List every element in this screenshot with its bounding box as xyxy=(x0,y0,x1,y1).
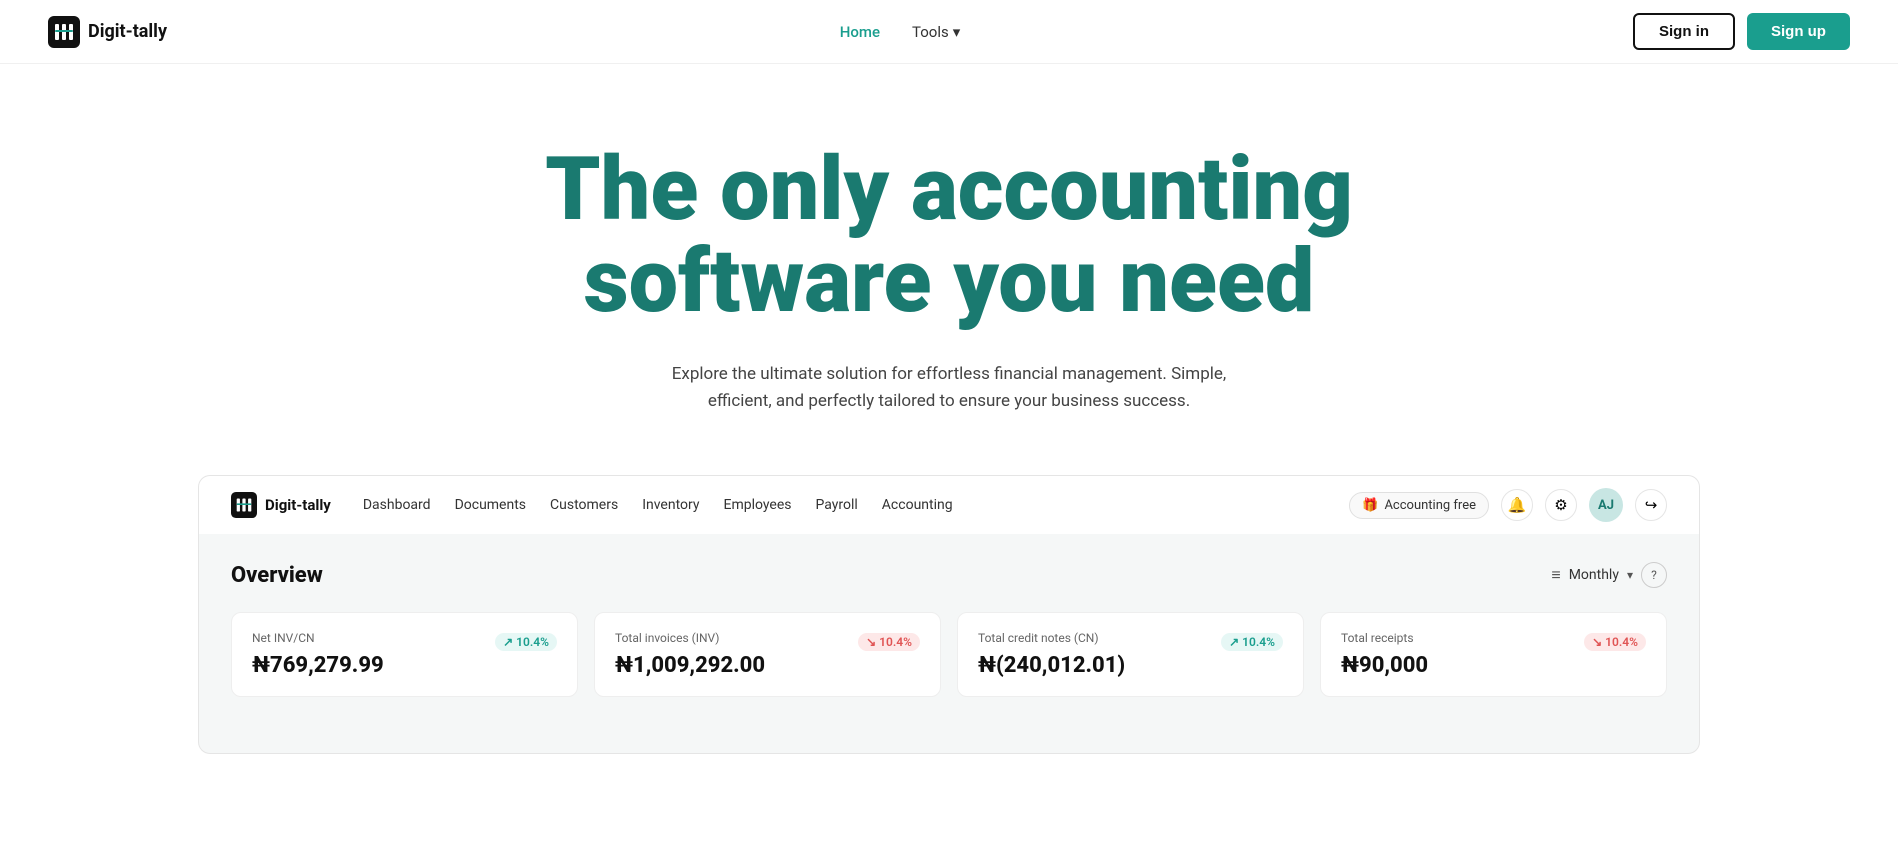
stats-row: Net INV/CN ↗ 10.4% ₦769,279.99 Total inv… xyxy=(231,612,1667,697)
stat-header-receipts: Total receipts ↘ 10.4% xyxy=(1341,631,1646,653)
app-logo-icon xyxy=(231,492,257,518)
arrow-up-icon-2: ↗ xyxy=(1229,635,1239,649)
settings-button[interactable]: ⚙ xyxy=(1545,489,1577,521)
filter-icon: ≡ xyxy=(1551,565,1560,585)
overview-title: Overview xyxy=(231,563,323,588)
arrow-up-icon: ↗ xyxy=(503,635,513,649)
stat-value-receipts: ₦90,000 xyxy=(1341,653,1646,678)
overview-header: Overview ≡ Monthly ▾ ? xyxy=(231,562,1667,588)
stat-badge-receipts: ↘ 10.4% xyxy=(1584,633,1646,651)
nav-inventory-link[interactable]: Inventory xyxy=(642,497,699,513)
stat-card-receipts: Total receipts ↘ 10.4% ₦90,000 xyxy=(1320,612,1667,697)
nav-dashboard-link[interactable]: Dashboard xyxy=(363,497,431,513)
nav-employees-link[interactable]: Employees xyxy=(724,497,792,513)
stat-header-total-inv: Total invoices (INV) ↘ 10.4% xyxy=(615,631,920,653)
app-nav-left: Digit-tally Dashboard Documents Customer… xyxy=(231,492,953,518)
nav-documents-link[interactable]: Documents xyxy=(455,497,526,513)
top-logo: Digit-tally xyxy=(48,16,167,48)
hero-section: The only accounting software you need Ex… xyxy=(0,64,1898,475)
filter-label: Monthly xyxy=(1569,567,1619,583)
stat-badge-total-inv: ↘ 10.4% xyxy=(858,633,920,651)
stat-header-net-inv: Net INV/CN ↗ 10.4% xyxy=(252,631,557,653)
signin-button[interactable]: Sign in xyxy=(1633,13,1735,50)
top-logo-text: Digit-tally xyxy=(88,21,167,42)
settings-icon: ⚙ xyxy=(1554,496,1567,514)
arrow-down-icon-2: ↘ xyxy=(1592,635,1602,649)
stat-label-credit-notes: Total credit notes (CN) xyxy=(978,631,1099,645)
app-navigation: Digit-tally Dashboard Documents Customer… xyxy=(198,475,1700,534)
stat-badge-credit-notes: ↗ 10.4% xyxy=(1221,633,1283,651)
nav-home-link[interactable]: Home xyxy=(840,23,880,41)
accounting-free-label: Accounting free xyxy=(1384,498,1476,513)
hero-title: The only accounting software you need xyxy=(399,144,1499,329)
stat-card-total-inv: Total invoices (INV) ↘ 10.4% ₦1,009,292.… xyxy=(594,612,941,697)
arrow-down-icon: ↘ xyxy=(866,635,876,649)
stat-label-receipts: Total receipts xyxy=(1341,631,1414,645)
bell-icon: 🔔 xyxy=(1508,496,1527,514)
hero-subtitle: Explore the ultimate solution for effort… xyxy=(639,361,1259,415)
top-nav-links: Home Tools ▾ xyxy=(840,23,961,41)
stat-value-credit-notes: ₦(240,012.01) xyxy=(978,653,1283,678)
accounting-free-badge[interactable]: 🎁 Accounting free xyxy=(1349,492,1489,519)
gift-icon: 🎁 xyxy=(1362,498,1378,513)
top-nav-actions: Sign in Sign up xyxy=(1633,13,1850,50)
stat-label-net-inv: Net INV/CN xyxy=(252,631,315,645)
app-preview: Digit-tally Dashboard Documents Customer… xyxy=(150,475,1748,754)
stat-card-net-inv: Net INV/CN ↗ 10.4% ₦769,279.99 xyxy=(231,612,578,697)
logout-button[interactable]: ↪ xyxy=(1635,489,1667,521)
logout-icon: ↪ xyxy=(1645,496,1658,514)
app-nav-links: Dashboard Documents Customers Inventory … xyxy=(363,497,953,513)
app-logo-text: Digit-tally xyxy=(265,496,331,514)
app-logo: Digit-tally xyxy=(231,492,331,518)
nav-tools-link[interactable]: Tools ▾ xyxy=(912,23,960,41)
bell-button[interactable]: 🔔 xyxy=(1501,489,1533,521)
user-avatar[interactable]: AJ xyxy=(1589,488,1623,522)
nav-customers-link[interactable]: Customers xyxy=(550,497,618,513)
top-navigation: Digit-tally Home Tools ▾ Sign in Sign up xyxy=(0,0,1898,64)
stat-value-net-inv: ₦769,279.99 xyxy=(252,653,557,678)
dashboard-area: Overview ≡ Monthly ▾ ? Net INV/CN ↗ 10.4… xyxy=(198,534,1700,754)
app-nav-right: 🎁 Accounting free 🔔 ⚙ AJ ↪ xyxy=(1349,488,1667,522)
filter-help-button[interactable]: ? xyxy=(1641,562,1667,588)
stat-card-credit-notes: Total credit notes (CN) ↗ 10.4% ₦(240,01… xyxy=(957,612,1304,697)
stat-value-total-inv: ₦1,009,292.00 xyxy=(615,653,920,678)
stat-badge-net-inv: ↗ 10.4% xyxy=(495,633,557,651)
stat-header-credit-notes: Total credit notes (CN) ↗ 10.4% xyxy=(978,631,1283,653)
overview-filter: ≡ Monthly ▾ ? xyxy=(1551,562,1667,588)
nav-payroll-link[interactable]: Payroll xyxy=(816,497,858,513)
nav-accounting-link[interactable]: Accounting xyxy=(882,497,953,513)
digit-tally-logo-icon xyxy=(48,16,80,48)
tools-chevron-icon: ▾ xyxy=(953,23,961,41)
stat-label-total-inv: Total invoices (INV) xyxy=(615,631,719,645)
filter-chevron-icon[interactable]: ▾ xyxy=(1627,568,1633,582)
signup-button[interactable]: Sign up xyxy=(1747,13,1850,50)
